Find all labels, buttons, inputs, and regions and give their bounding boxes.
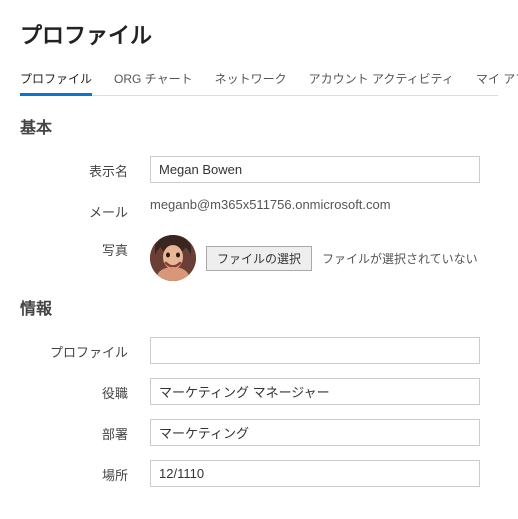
row-profile: プロファイル — [20, 337, 498, 364]
label-photo: 写真 — [20, 235, 150, 259]
tabs: プロファイル ORG チャート ネットワーク アカウント アクティビティ マイ … — [20, 64, 498, 96]
location-input[interactable] — [150, 460, 480, 487]
avatar — [150, 235, 196, 281]
row-title: 役職 — [20, 378, 498, 405]
email-value: meganb@m365x511756.onmicrosoft.com — [150, 197, 391, 212]
profile-input[interactable] — [150, 337, 480, 364]
row-department: 部署 — [20, 419, 498, 446]
label-profile: プロファイル — [20, 337, 150, 361]
tab-account-activity[interactable]: アカウント アクティビティ — [309, 64, 454, 95]
label-title: 役職 — [20, 378, 150, 402]
display-name-input[interactable] — [150, 156, 480, 183]
label-department: 部署 — [20, 419, 150, 443]
title-input[interactable] — [150, 378, 480, 405]
section-basic: 基本 — [20, 114, 498, 138]
tab-my-applications[interactable]: マイ アプリケーション — [476, 64, 518, 95]
tab-profile[interactable]: プロファイル — [20, 64, 92, 95]
row-location: 場所 — [20, 460, 498, 487]
page-title: プロファイル — [20, 18, 498, 50]
section-info: 情報 — [20, 295, 498, 319]
label-display-name: 表示名 — [20, 156, 150, 180]
row-photo: 写真 ファイルの選択 ファイルが選択されていない — [20, 235, 498, 281]
department-input[interactable] — [150, 419, 480, 446]
tab-org-chart[interactable]: ORG チャート — [114, 64, 193, 95]
label-location: 場所 — [20, 460, 150, 484]
row-email: メール meganb@m365x511756.onmicrosoft.com — [20, 197, 498, 221]
label-email: メール — [20, 197, 150, 221]
file-status: ファイルが選択されていない — [322, 250, 478, 267]
choose-file-button[interactable]: ファイルの選択 — [206, 246, 312, 271]
row-display-name: 表示名 — [20, 156, 498, 183]
tab-network[interactable]: ネットワーク — [215, 64, 287, 95]
